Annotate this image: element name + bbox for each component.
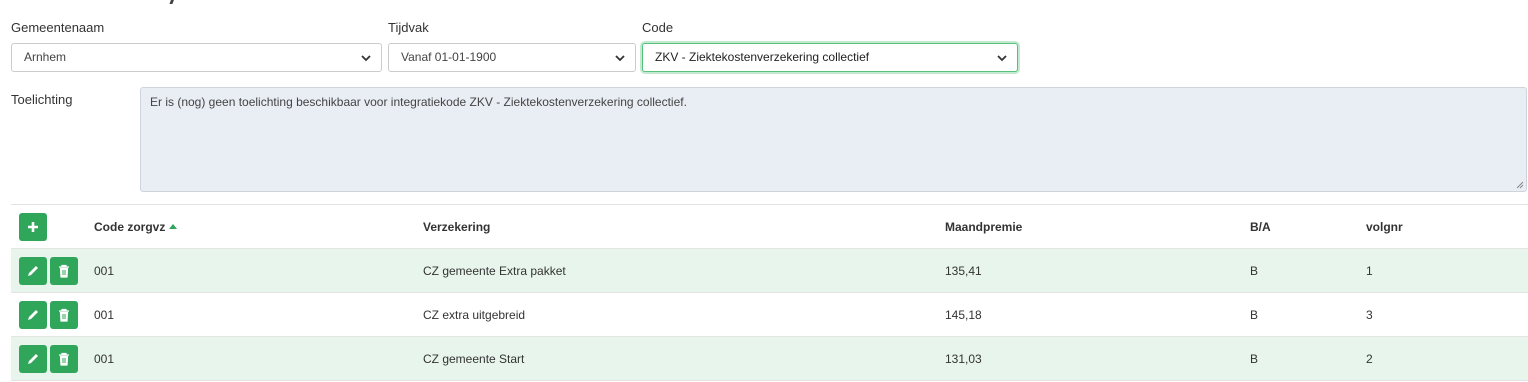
table-row: 001 CZ extra uitgebreid 145,18 B 3 — [11, 293, 1528, 337]
column-header-verzekering[interactable]: Verzekering — [423, 205, 490, 248]
column-header-ba[interactable]: B/A — [1250, 205, 1271, 248]
chevron-down-icon — [361, 55, 371, 62]
code-value: ZKV - Ziektekostenverzekering collectief — [655, 50, 870, 64]
gemeente-label: Gemeentenaam — [11, 20, 105, 35]
tijdvak-label: Tijdvak — [388, 20, 429, 35]
pencil-icon — [28, 266, 38, 276]
trash-icon — [59, 264, 69, 278]
cell-verzekering: CZ gemeente Extra pakket — [423, 263, 566, 278]
edit-button[interactable] — [19, 301, 47, 329]
edit-button[interactable] — [19, 345, 47, 373]
cell-volgnr: 3 — [1366, 307, 1373, 322]
cell-maandpremie: 145,18 — [945, 307, 982, 322]
cell-volgnr: 1 — [1366, 263, 1373, 278]
cell-code: 001 — [94, 263, 115, 278]
table-row: 001 CZ gemeente Start 131,03 B 2 — [11, 337, 1528, 381]
code-label: Code — [642, 20, 674, 35]
chevron-down-icon — [997, 55, 1007, 62]
sort-ascending-icon — [169, 224, 178, 229]
trash-icon — [59, 352, 69, 366]
cell-ba: B — [1250, 307, 1259, 322]
cell-ba: B — [1250, 263, 1259, 278]
column-header-maandpremie[interactable]: Maandpremie — [945, 205, 1022, 248]
chevron-down-icon — [615, 55, 625, 62]
toelichting-textarea[interactable]: Er is (nog) geen toelichting beschikbaar… — [140, 87, 1527, 192]
cell-volgnr: 2 — [1366, 351, 1373, 366]
plus-icon — [28, 222, 38, 232]
tijdvak-value: Vanaf 01-01-1900 — [401, 50, 497, 64]
edit-button[interactable] — [19, 257, 47, 285]
cell-verzekering: CZ extra uitgebreid — [423, 307, 526, 322]
column-header-code[interactable]: Code zorgvz — [94, 205, 178, 248]
cell-verzekering: CZ gemeente Start — [423, 351, 525, 366]
cell-maandpremie: 131,03 — [945, 351, 982, 366]
column-header-volgnr[interactable]: volgnr — [1366, 205, 1403, 248]
page-title-fragment — [18, 0, 178, 4]
delete-button[interactable] — [50, 301, 78, 329]
cell-code: 001 — [94, 307, 115, 322]
resize-handle-icon[interactable] — [1515, 180, 1524, 189]
add-button[interactable] — [19, 213, 47, 241]
toelichting-label: Toelichting — [11, 92, 73, 107]
gemeente-select[interactable]: Arnhem — [11, 43, 382, 72]
pencil-icon — [28, 354, 38, 364]
trash-icon — [59, 308, 69, 322]
premie-table: Code zorgvz Verzekering Maandpremie B/A … — [11, 205, 1528, 381]
cell-ba: B — [1250, 351, 1259, 366]
cell-maandpremie: 135,41 — [945, 263, 982, 278]
gemeente-value: Arnhem — [24, 50, 67, 64]
pencil-icon — [28, 310, 38, 320]
cell-code: 001 — [94, 351, 115, 366]
table-row: 001 CZ gemeente Extra pakket 135,41 B 1 — [11, 249, 1528, 293]
delete-button[interactable] — [50, 257, 78, 285]
toelichting-text: Er is (nog) geen toelichting beschikbaar… — [150, 95, 687, 109]
tijdvak-select[interactable]: Vanaf 01-01-1900 — [388, 43, 636, 72]
delete-button[interactable] — [50, 345, 78, 373]
table-header-row: Code zorgvz Verzekering Maandpremie B/A … — [11, 205, 1528, 249]
code-select[interactable]: ZKV - Ziektekostenverzekering collectief — [642, 43, 1018, 72]
column-header-code-label: Code zorgvz — [94, 219, 166, 234]
